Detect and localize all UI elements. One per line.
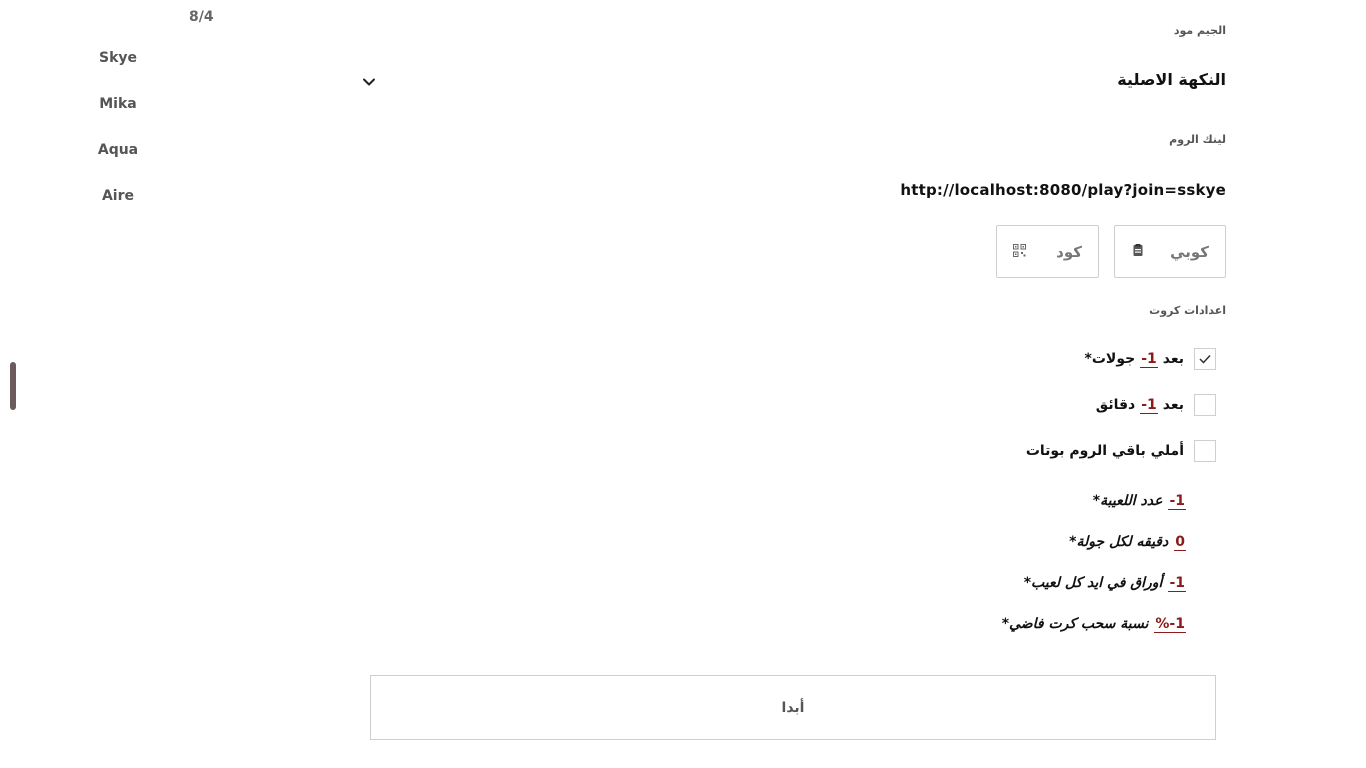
option-minutes: بعد 1- دقائق — [1096, 392, 1216, 418]
option-rounds: بعد 1- جولات* — [1084, 346, 1216, 372]
fill-bots-checkbox[interactable] — [1194, 440, 1216, 462]
cards-settings-label: اعدادات كروت — [1149, 304, 1226, 317]
cards-per-hand-field: 1- أوراق في ايد كل لعيب* — [1024, 571, 1186, 595]
check-icon — [1199, 354, 1211, 364]
fill-bots-label: أملي باقي الروم بوتات — [1025, 443, 1184, 459]
player-count: 8/4 — [189, 9, 214, 25]
minutes-checkbox[interactable] — [1194, 394, 1216, 416]
field-label: أوراق في ايد كل لعيب* — [1023, 575, 1163, 591]
mode-select[interactable]: النكهة الاصلية — [1117, 70, 1226, 89]
start-button[interactable]: أبدا — [370, 675, 1216, 740]
blank-card-ratio-input[interactable]: 1-% — [1154, 616, 1186, 633]
clipboard-icon — [1131, 242, 1145, 261]
chevron-down-icon[interactable] — [361, 74, 377, 90]
field-label: عدد اللعيبة* — [1092, 493, 1163, 509]
room-link[interactable]: http://localhost:8080/play?join=sskye — [900, 181, 1226, 199]
option-fill-bots: أملي باقي الروم بوتات — [1026, 438, 1216, 464]
field-label: دقيقه لكل جولة* — [1069, 534, 1169, 550]
players-count-field: 1- عدد اللعيبة* — [1093, 489, 1186, 513]
qr-code-icon — [1013, 242, 1026, 261]
field-label: نسبة سحب كرت فاضي* — [1001, 616, 1149, 632]
scrollbar-thumb[interactable] — [10, 362, 16, 410]
player-name: Aire — [101, 188, 135, 204]
link-label: لينك الروم — [1169, 133, 1226, 146]
blank-card-ratio-field: 1-% نسبة سحب كرت فاضي* — [1002, 612, 1186, 636]
option-prefix: بعد — [1162, 397, 1184, 413]
player-name: Mika — [99, 96, 137, 112]
player-name: Skye — [98, 50, 137, 66]
player-name: Aqua — [97, 142, 139, 158]
option-prefix: بعد — [1162, 351, 1184, 367]
rounds-checkbox[interactable] — [1194, 348, 1216, 370]
minutes-per-round-field: 0 دقيقه لكل جولة* — [1069, 530, 1186, 554]
cards-per-hand-input[interactable]: 1- — [1168, 575, 1186, 592]
qr-button[interactable]: كود — [996, 225, 1099, 278]
minutes-per-round-input[interactable]: 0 — [1174, 534, 1186, 551]
start-button-label: أبدا — [781, 699, 805, 716]
copy-button-label: كوبي — [1170, 242, 1209, 261]
option-suffix: دقائق — [1095, 397, 1136, 413]
rounds-input[interactable]: 1- — [1140, 351, 1158, 368]
copy-button[interactable]: كوبي — [1114, 225, 1226, 278]
players-count-input[interactable]: 1- — [1168, 493, 1186, 510]
minutes-input[interactable]: 1- — [1140, 397, 1158, 414]
mode-label: الجيم مود — [1173, 24, 1226, 37]
qr-button-label: كود — [1056, 242, 1082, 261]
option-suffix: جولات* — [1084, 351, 1136, 367]
